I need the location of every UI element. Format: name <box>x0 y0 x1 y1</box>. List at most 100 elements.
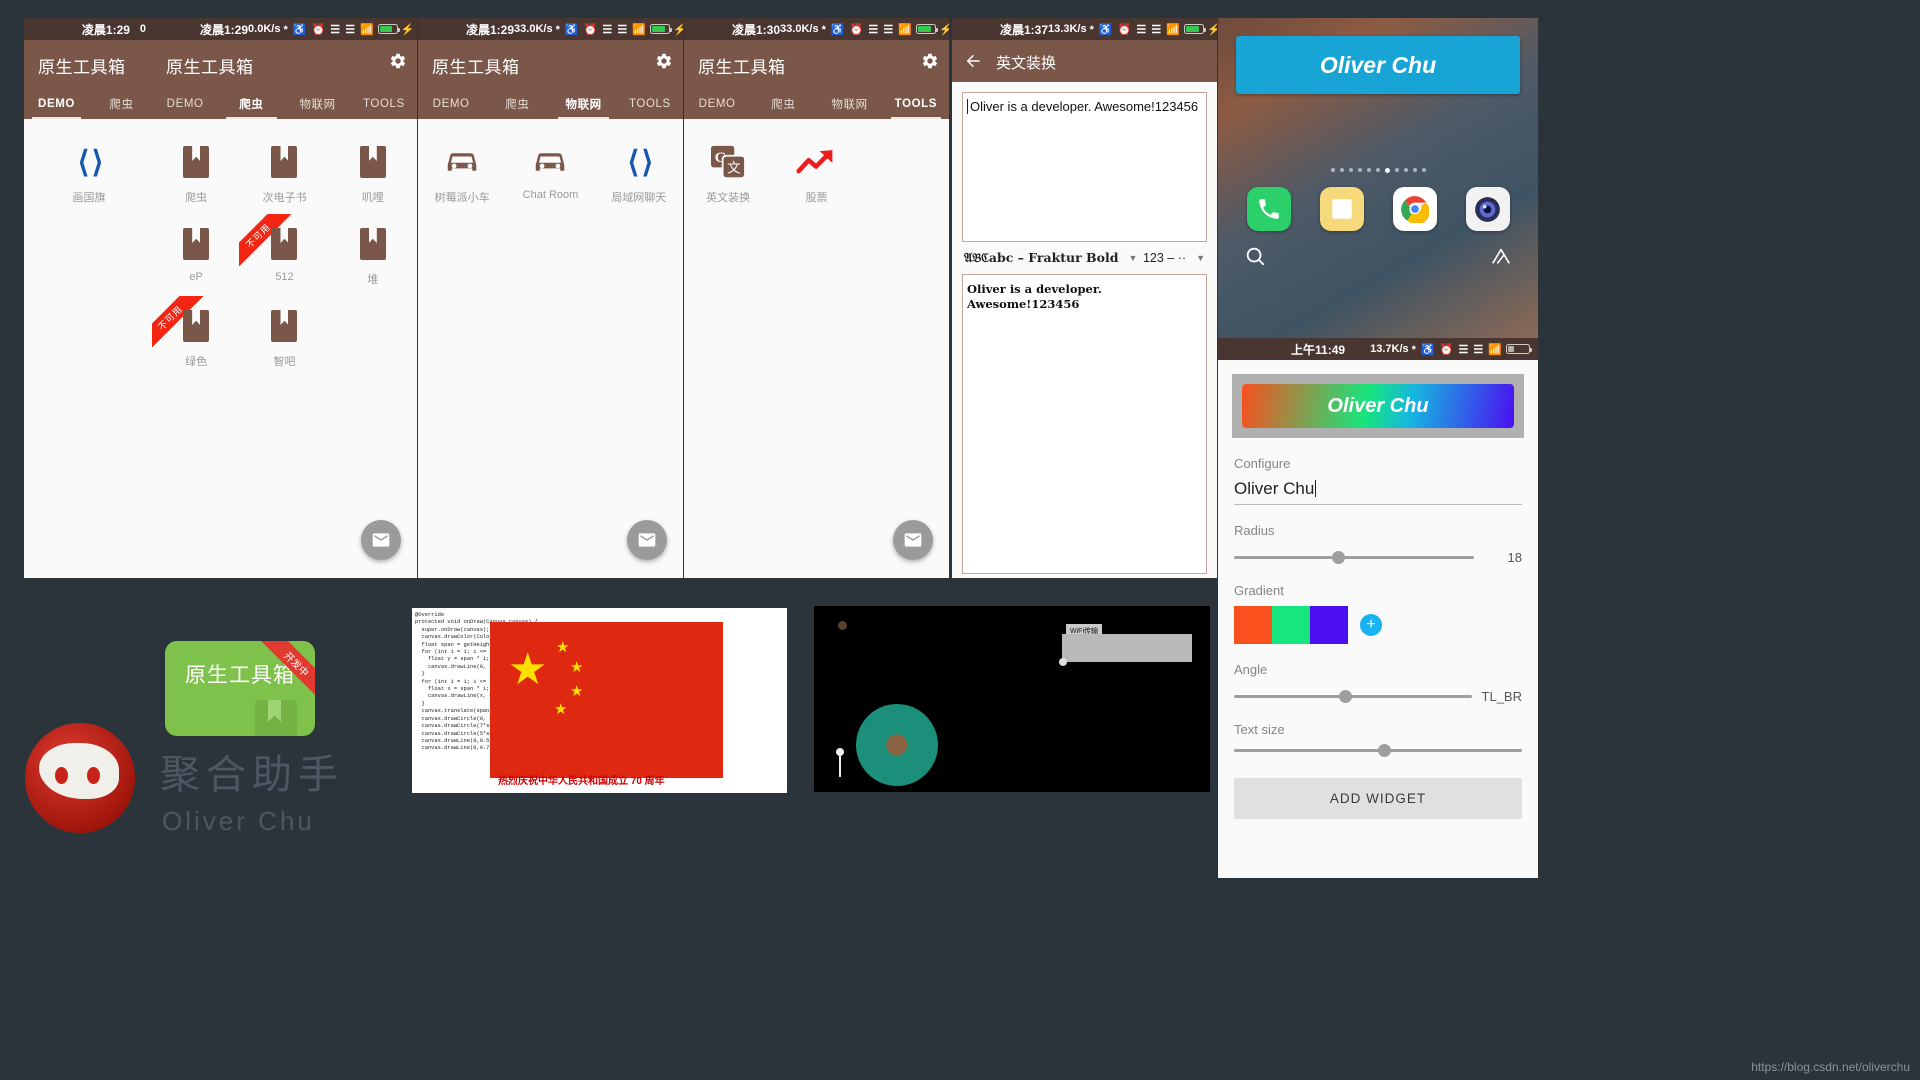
grid-item[interactable]: 智吧 <box>240 297 328 379</box>
search-icon[interactable] <box>1244 245 1266 267</box>
configure-label: Configure <box>1234 456 1291 471</box>
grid-item[interactable]: ⟨ ⟩ 画国旗 <box>24 133 154 215</box>
avatar-face-shape <box>39 743 119 799</box>
tab-crawler[interactable]: 爬虫 <box>218 89 284 119</box>
phone-panel-3: 凌晨1:29 33.0K/s * ♿ ⏰ ☰ ☰ 📶 ⚡ 原生工具箱 DEMO … <box>418 18 683 578</box>
app-logo: 开发中 原生工具箱 <box>165 641 315 736</box>
angle-slider[interactable] <box>1234 690 1472 703</box>
widget-name-input[interactable]: Oliver Chu <box>1234 479 1522 505</box>
red-face-avatar <box>25 723 135 833</box>
flag-caption: 热烈庆祝中华人民共和国成立 70 周年 <box>498 776 665 787</box>
font-select-value: 𝔄𝔅ℭabc – Fraktur Bold <box>964 250 1119 265</box>
status-icons: * ♿ ⏰ ☰ ☰ 📶 <box>555 23 647 36</box>
tab-iot[interactable]: 物联网 <box>285 89 351 119</box>
launcher-home-screen: Oliver Chu <box>1218 18 1538 338</box>
widget-name-value: Oliver Chu <box>1234 479 1315 498</box>
battery-icon <box>377 24 400 34</box>
grid-item[interactable]: 叽哩 <box>329 133 417 215</box>
radius-slider[interactable] <box>1234 551 1474 564</box>
grid-item[interactable]: ⟨ ⟩ 局域网聊天 <box>595 133 683 215</box>
number-style-select[interactable]: 123 – ·· ▼ <box>1143 251 1205 265</box>
dock-app-phone[interactable] <box>1246 187 1291 231</box>
font-controls-row: 𝔄𝔅ℭabc – Fraktur Bold ▼ 123 – ·· ▼ <box>964 250 1205 266</box>
phone-icon <box>1258 199 1279 219</box>
gradient-swatch-3[interactable] <box>1310 606 1348 644</box>
name-widget-preview[interactable]: Oliver Chu <box>1236 36 1520 94</box>
dock-app-notes[interactable] <box>1319 187 1364 231</box>
tab-iot[interactable]: 物联网 <box>817 89 883 119</box>
gradient-swatch-2[interactable] <box>1272 606 1310 644</box>
source-text-value: Oliver is a developer. Awesome!123456 <box>967 99 1199 114</box>
gear-icon[interactable] <box>655 52 673 70</box>
widget-config-screen: 上午11:49 13.7K/s * ♿ ⏰ ☰ ☰ 📶 Oliver Chu C… <box>1218 338 1538 878</box>
tab-demo[interactable]: DEMO <box>684 89 750 119</box>
app-grid: G 文 英文装换 股票 <box>684 119 949 215</box>
mail-icon <box>372 533 390 547</box>
grid-item-label: 叽哩 <box>361 192 384 204</box>
tab-tools[interactable]: TOOLS <box>617 89 683 119</box>
avatar-eye-left <box>55 767 68 784</box>
grid-item[interactable]: 不可用 绿色 <box>152 296 240 379</box>
widget-preview-container: Oliver Chu <box>1232 374 1524 438</box>
page-title: 原生工具箱 <box>166 58 254 77</box>
grid-item[interactable]: 树莓派小车 <box>418 133 506 215</box>
converted-text-output[interactable]: Oliver is a developer. Awesome!123456 <box>962 274 1207 574</box>
status-bar: 凌晨1:29 0.0K/s * ♿ ⏰ ☰ ☰ 📶 ⚡ <box>152 18 417 40</box>
dock-app-chrome[interactable] <box>1392 187 1437 231</box>
chevron-down-icon: ▼ <box>1196 253 1205 263</box>
tab-crawler[interactable]: 爬虫 <box>750 89 816 119</box>
battery-icon <box>649 24 672 34</box>
page-title: 原生工具箱 <box>38 58 126 77</box>
grid-item[interactable]: 不可用 512 <box>239 214 328 297</box>
back-arrow-icon[interactable] <box>964 52 982 70</box>
status-net: 33.0K/s <box>514 23 553 35</box>
grid-item-label: Chat Room <box>522 189 579 201</box>
mail-fab-button[interactable] <box>893 520 933 560</box>
gradient-swatch-1[interactable] <box>1234 606 1272 644</box>
angle-value: TL_BR <box>1481 689 1522 704</box>
status-net: 33.0K/s <box>780 23 819 35</box>
tab-tools[interactable]: TOOLS <box>883 89 949 119</box>
tab-iot[interactable]: 物联网 <box>551 89 617 119</box>
grid-item-label: 次电子书 <box>262 192 307 204</box>
radius-slider-row: 18 <box>1234 550 1522 565</box>
plus-circle-icon[interactable]: + <box>1360 614 1382 636</box>
number-select-value: 123 – ·· <box>1142 251 1187 265</box>
mail-fab-button[interactable] <box>627 520 667 560</box>
status-net: 13.3K/s <box>1048 23 1087 35</box>
gear-icon[interactable] <box>389 52 407 70</box>
battery-icon <box>915 24 938 34</box>
grid-item-label: 爬虫 <box>185 192 208 204</box>
dock-app-camera[interactable] <box>1465 187 1510 231</box>
grid-item-label: 512 <box>275 271 294 283</box>
grid-item-label: 股票 <box>805 192 828 204</box>
source-text-input[interactable]: Oliver is a developer. Awesome!123456 <box>962 92 1207 242</box>
grid-item[interactable]: Chat Room <box>506 133 594 215</box>
text-size-slider[interactable] <box>1234 744 1522 757</box>
grid-item[interactable]: 次电子书 <box>240 133 328 215</box>
in-development-ribbon: 开发中 <box>256 641 315 700</box>
app-grid: ⟨ ⟩ 画国旗 <box>24 119 154 215</box>
phone-panel-1: 凌晨1:29 0 原生工具箱 DEMO 爬虫 ⟨ ⟩ 画国旗 <box>24 18 154 578</box>
assistant-icon[interactable] <box>1490 245 1512 267</box>
app-grid: 树莓派小车 Chat Room ⟨ ⟩ 局域网聊天 <box>418 119 683 215</box>
grid-item-label: 堆 <box>367 274 379 286</box>
tab-tools[interactable]: TOOLS <box>351 89 417 119</box>
mail-fab-button[interactable] <box>361 520 401 560</box>
tab-demo[interactable]: DEMO <box>418 89 484 119</box>
font-select[interactable]: 𝔄𝔅ℭabc – Fraktur Bold ▼ <box>964 250 1137 266</box>
grid-item[interactable]: eP <box>152 215 240 297</box>
grid-item[interactable]: 股票 <box>772 133 860 215</box>
grid-item[interactable]: 爬虫 <box>152 133 240 215</box>
canvas-marker <box>1059 658 1067 666</box>
bookmark-icon <box>271 223 298 265</box>
phone-panel-5-english-convert: 凌晨1:37 13.3K/s * ♿ ⏰ ☰ ☰ 📶 ⚡ 英文装换 Oliver… <box>952 18 1217 578</box>
grid-item[interactable]: 堆 <box>329 215 417 297</box>
tab-demo[interactable]: DEMO <box>24 89 89 119</box>
add-widget-button[interactable]: ADD WIDGET <box>1234 778 1522 819</box>
tab-crawler[interactable]: 爬虫 <box>89 89 154 119</box>
gear-icon[interactable] <box>921 52 939 70</box>
tab-demo[interactable]: DEMO <box>152 89 218 119</box>
tab-crawler[interactable]: 爬虫 <box>484 89 550 119</box>
grid-item[interactable]: G 文 英文装换 <box>684 133 772 215</box>
